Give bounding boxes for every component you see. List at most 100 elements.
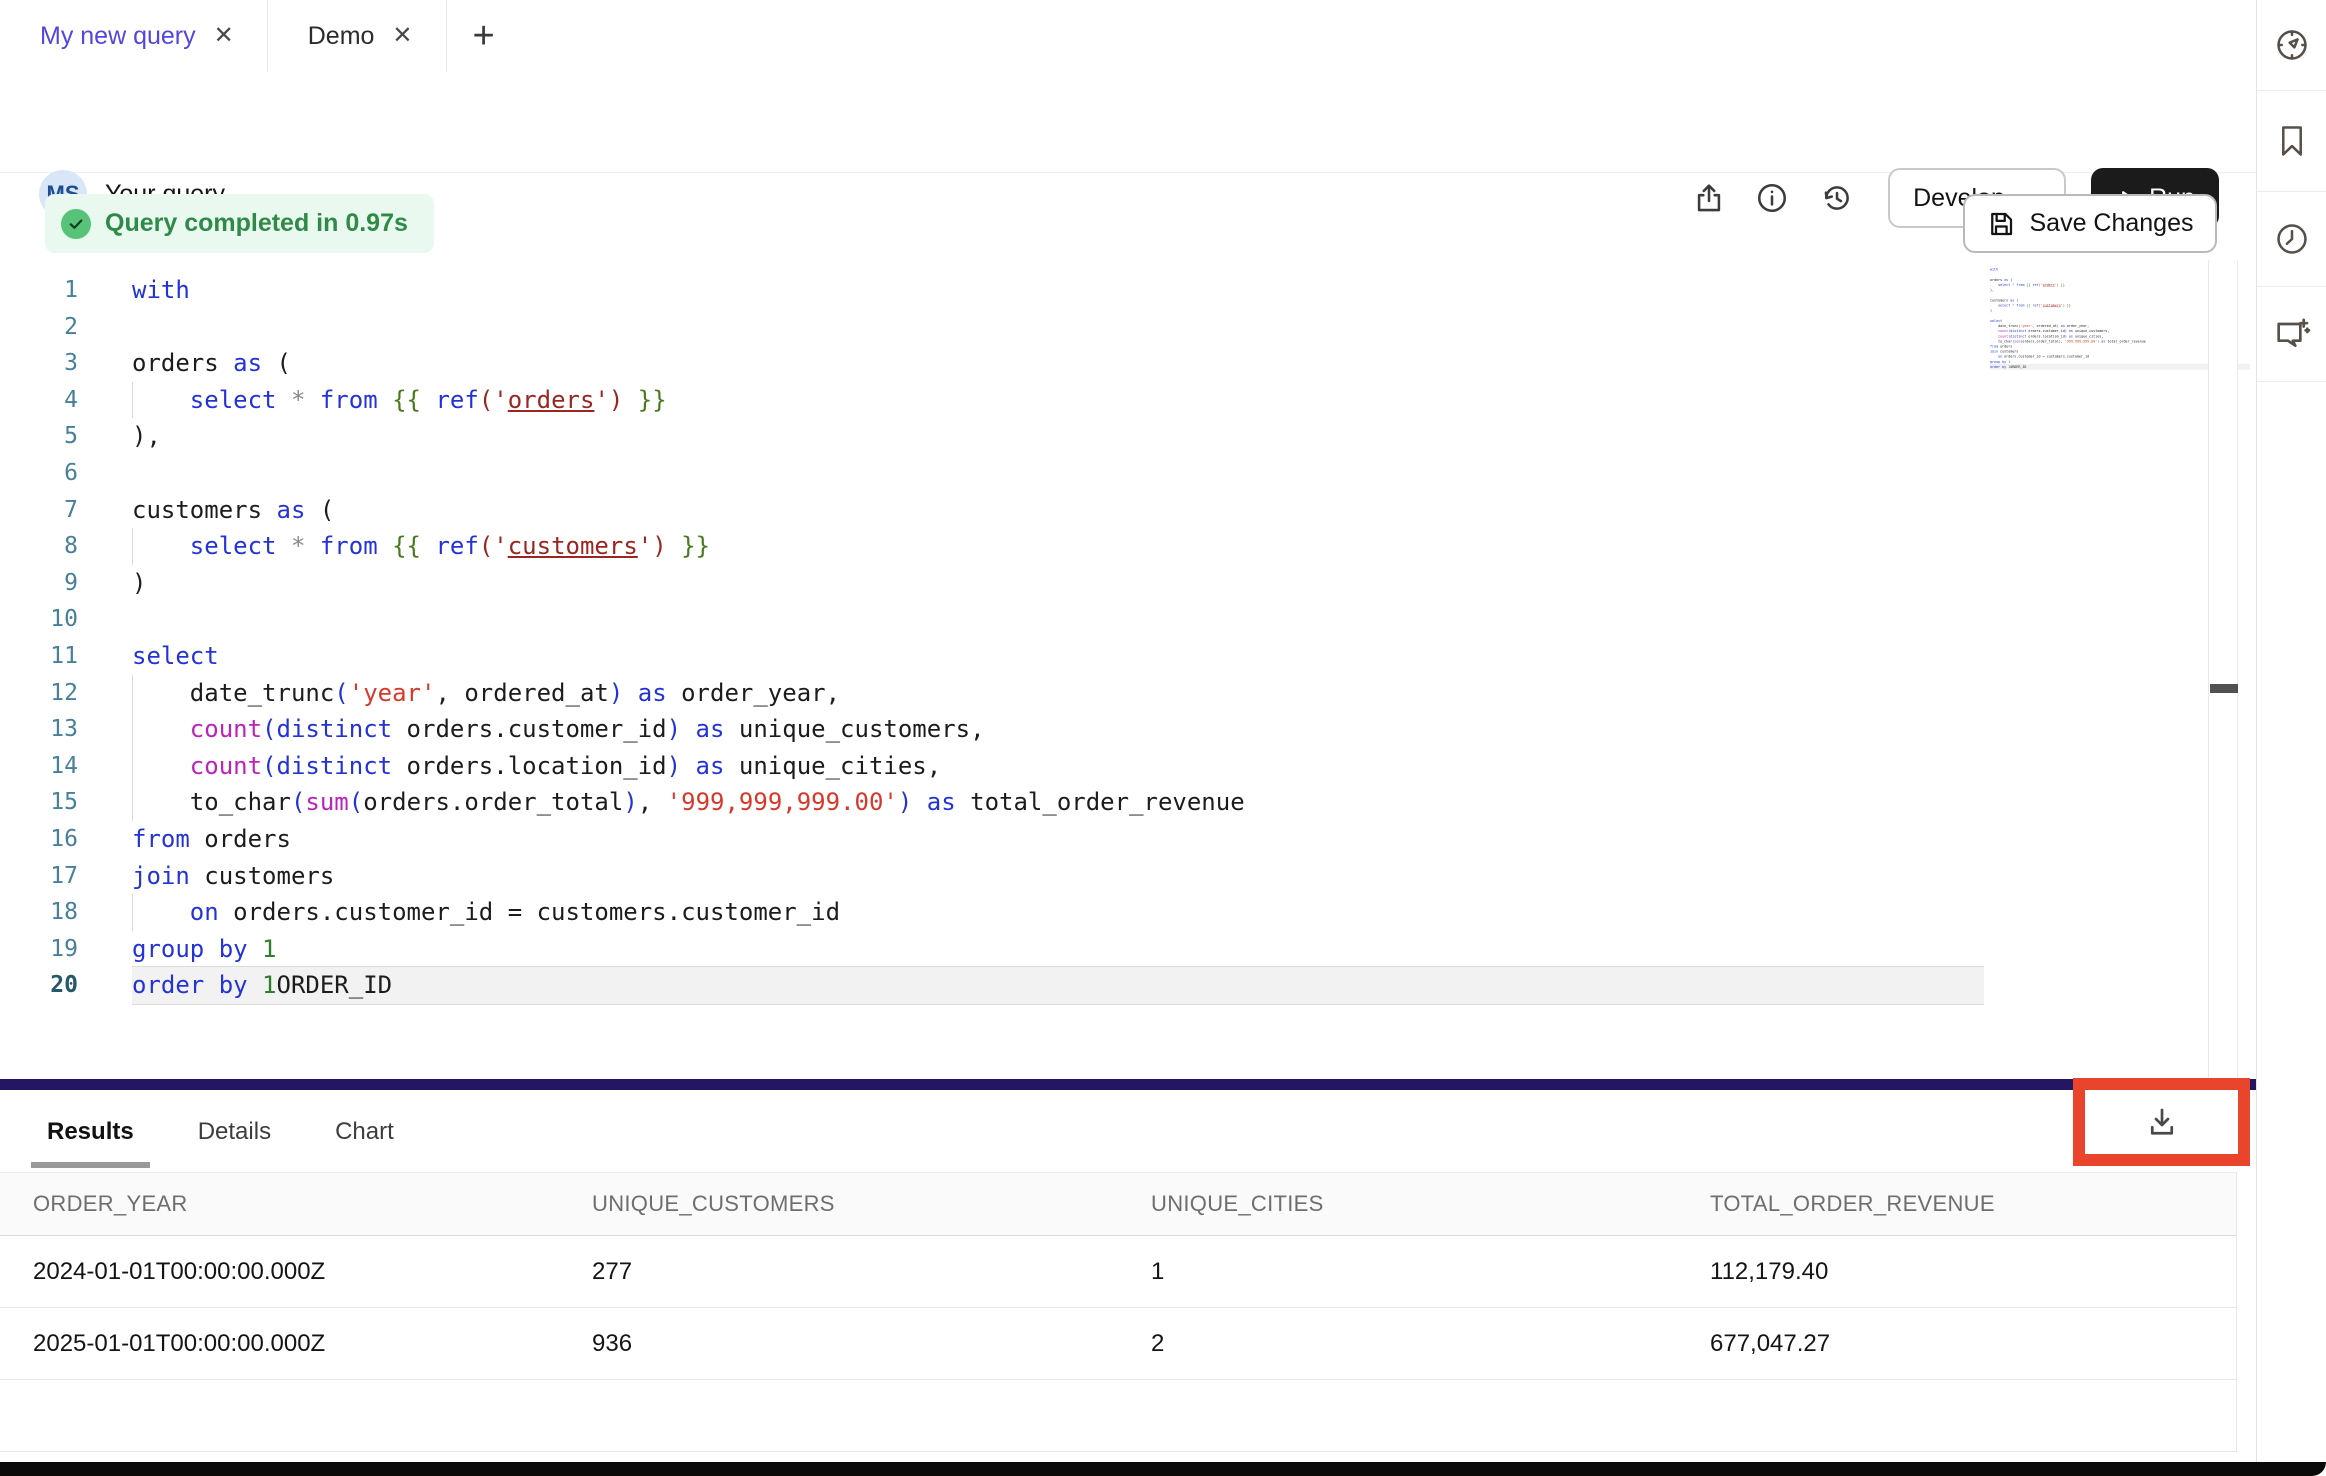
line-number: 14 xyxy=(0,748,88,785)
chat-sparkles-icon[interactable] xyxy=(2257,287,2326,382)
tab-demo[interactable]: Demo ✕ xyxy=(268,0,447,72)
results-body: 2024-01-01T00:00:00.000Z2771112,179.4020… xyxy=(0,1236,2236,1380)
bookmark-icon[interactable] xyxy=(2257,91,2326,192)
code-line: 10 xyxy=(0,601,2208,638)
panel-resizer[interactable] xyxy=(0,1079,2256,1090)
code-line: 20order by 1ORDER_ID xyxy=(0,967,2208,1004)
close-icon[interactable]: ✕ xyxy=(214,24,234,48)
code-line: 16from orders xyxy=(0,821,2208,858)
code-line: 13 count(distinct orders.customer_id) as… xyxy=(0,711,2208,748)
download-button[interactable] xyxy=(2144,1104,2180,1140)
code-line: 17join customers xyxy=(0,858,2208,895)
new-tab-button[interactable]: + xyxy=(473,0,495,72)
indent-guide xyxy=(132,382,133,419)
results-header-row: ORDER_YEARUNIQUE_CUSTOMERSUNIQUE_CITIEST… xyxy=(0,1172,2236,1236)
results-tab-details[interactable]: Details xyxy=(190,1112,279,1152)
code-line: 6 xyxy=(0,455,2208,492)
app-window: My new query ✕ Demo ✕ + MS Your query xyxy=(0,0,2326,1476)
editor-scrollbar[interactable] xyxy=(2208,260,2238,1079)
line-number: 1 xyxy=(0,272,88,309)
status-message: Query completed in 0.97s xyxy=(105,209,408,238)
line-number: 13 xyxy=(0,711,88,748)
line-number: 5 xyxy=(0,418,88,455)
code-line: 7customers as ( xyxy=(0,492,2208,529)
indent-guide xyxy=(132,675,133,712)
table-cell: 2024-01-01T00:00:00.000Z xyxy=(0,1258,559,1286)
history-icon[interactable] xyxy=(1817,178,1857,218)
table-cell: 1 xyxy=(1118,1258,1677,1286)
info-icon[interactable] xyxy=(1752,178,1792,218)
code-line: 4 select * from {{ ref('orders') }} xyxy=(0,382,2208,419)
line-number: 17 xyxy=(0,858,88,895)
code-line: 14 count(distinct orders.location_id) as… xyxy=(0,748,2208,785)
indent-guide xyxy=(132,528,133,565)
tab-label: My new query xyxy=(40,22,196,51)
table-cell: 2025-01-01T00:00:00.000Z xyxy=(0,1330,559,1358)
table-cell: 2 xyxy=(1118,1330,1677,1358)
code-line: 1with xyxy=(0,272,2208,309)
tab-my-new-query[interactable]: My new query ✕ xyxy=(0,0,268,72)
tab-label: Demo xyxy=(308,22,375,51)
indent-guide xyxy=(132,711,133,748)
annotation-highlight-box xyxy=(2073,1078,2250,1166)
column-header: ORDER_YEAR xyxy=(0,1191,559,1217)
line-number: 6 xyxy=(0,455,88,492)
code-editor[interactable]: 1with2 3orders as (4 select * from {{ re… xyxy=(0,272,2208,1004)
line-number: 8 xyxy=(0,528,88,565)
tab-bar: My new query ✕ Demo ✕ + xyxy=(0,0,2256,73)
line-number: 18 xyxy=(0,894,88,931)
minimap-content: with orders as ( select * from {{ ref('o… xyxy=(1990,267,2014,369)
indent-guide xyxy=(132,784,133,821)
table-cell: 277 xyxy=(559,1258,1118,1286)
code-line: 19group by 1 xyxy=(0,931,2208,968)
line-number: 7 xyxy=(0,492,88,529)
code-line: 5), xyxy=(0,418,2208,455)
share-icon[interactable] xyxy=(1689,178,1729,218)
code-line: order by 1ORDER_ID xyxy=(1990,364,2014,369)
indent-guide xyxy=(132,894,133,931)
results-tab-results[interactable]: Results xyxy=(39,1112,142,1152)
save-changes-button[interactable]: Save Changes xyxy=(1963,194,2217,253)
code-line: 15 to_char(sum(orders.order_total), '999… xyxy=(0,784,2208,821)
column-header: UNIQUE_CITIES xyxy=(1118,1191,1677,1217)
line-number: 11 xyxy=(0,638,88,675)
window-bottom-edge xyxy=(0,1462,2326,1476)
query-header: MS Your query Develop Run xyxy=(0,72,2256,173)
status-banner: Query completed in 0.97s xyxy=(45,194,434,253)
line-number: 12 xyxy=(0,675,88,712)
clock-icon[interactable] xyxy=(2257,192,2326,287)
code-line: 18 on orders.customer_id = customers.cus… xyxy=(0,894,2208,931)
line-number: 16 xyxy=(0,821,88,858)
line-number: 3 xyxy=(0,345,88,382)
table-row: 2025-01-01T00:00:00.000Z9362677,047.27 xyxy=(0,1308,2236,1380)
line-number: 15 xyxy=(0,784,88,821)
check-icon xyxy=(61,209,91,239)
results-tab-bar: Results Details Chart xyxy=(39,1112,402,1152)
table-cell: 677,047.27 xyxy=(1677,1330,2236,1358)
code-line: 11select xyxy=(0,638,2208,675)
indent-guide xyxy=(132,748,133,785)
table-cell: 112,179.40 xyxy=(1677,1258,2236,1286)
right-sidebar xyxy=(2256,0,2326,1462)
save-icon xyxy=(1986,209,2016,239)
line-number: 19 xyxy=(0,931,88,968)
minimap[interactable]: with orders as ( select * from {{ ref('o… xyxy=(1990,267,2160,387)
download-icon xyxy=(2144,1104,2180,1140)
column-header: TOTAL_ORDER_REVENUE xyxy=(1677,1191,2236,1217)
code-line: 2 xyxy=(0,309,2208,346)
close-icon[interactable]: ✕ xyxy=(392,24,412,48)
line-number: 4 xyxy=(0,382,88,419)
empty-row xyxy=(0,1380,2236,1452)
code-line: 12 date_trunc('year', ordered_at) as ord… xyxy=(0,675,2208,712)
results-table: ORDER_YEARUNIQUE_CUSTOMERSUNIQUE_CITIEST… xyxy=(0,1172,2237,1452)
scrollbar-handle[interactable] xyxy=(2210,684,2238,693)
code-line: 3orders as ( xyxy=(0,345,2208,382)
line-number: 20 xyxy=(0,967,88,1004)
save-label: Save Changes xyxy=(2029,209,2193,238)
table-row: 2024-01-01T00:00:00.000Z2771112,179.40 xyxy=(0,1236,2236,1308)
code-line: select * from {{ ref('customers') }} xyxy=(1990,303,2014,308)
line-number: 2 xyxy=(0,309,88,346)
compass-icon[interactable] xyxy=(2257,0,2326,91)
table-cell: 936 xyxy=(559,1330,1118,1358)
results-tab-chart[interactable]: Chart xyxy=(327,1112,402,1152)
